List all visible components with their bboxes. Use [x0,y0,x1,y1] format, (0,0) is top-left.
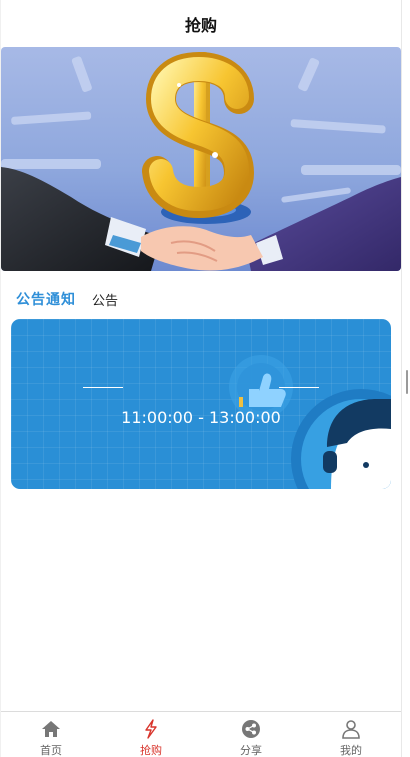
notice-tag: 公告通知 [16,292,76,308]
user-icon [340,718,362,740]
banner-illustration [1,51,401,271]
session-time: 11:00:00 - 13:00:00 [121,408,281,427]
top-header: 抢购 [1,0,401,47]
scrollbar-handle[interactable] [406,370,408,394]
tab-share-label: 分享 [240,744,262,757]
tab-share[interactable]: 分享 [201,712,301,757]
notice-bar[interactable]: 公告通知 公告 [16,287,118,311]
right-border [401,0,402,757]
session-title-row [11,375,391,399]
bottom-tab-bar: 首页 抢购 分享 我的 [1,711,401,757]
session-card[interactable]: 11:00:00 - 13:00:00 [11,319,391,489]
title-left-line [83,386,123,388]
card-decoration [229,355,391,489]
home-icon [40,718,62,740]
tab-mine[interactable]: 我的 [301,712,401,757]
tab-home-label: 首页 [40,744,62,757]
notice-text: 公告 [92,293,119,309]
tab-mine-label: 我的 [340,744,362,757]
page-title: 抢购 [184,15,217,35]
share-icon [240,718,262,740]
title-right-line [279,386,319,388]
tab-home[interactable]: 首页 [1,712,101,757]
flash-sale-icon [140,718,162,740]
banner-image[interactable] [1,47,401,271]
tab-flash-sale[interactable]: 抢购 [101,712,201,757]
app-root: 抢购 公告通知 公告 11:00:00 - 13:00:00 首页 抢购 分享 … [0,0,410,757]
tab-flash-sale-label: 抢购 [140,744,162,757]
